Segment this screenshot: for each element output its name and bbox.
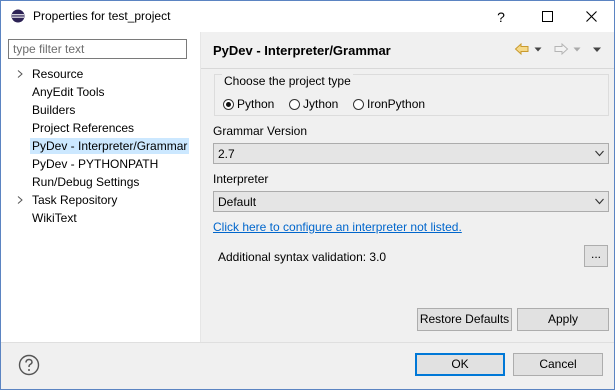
tree-item-anyedit-tools[interactable]: AnyEdit Tools (1, 83, 200, 101)
tree-item-label: Project References (32, 121, 135, 135)
tree-item-builders[interactable]: Builders (1, 101, 200, 119)
radio-python[interactable]: Python (223, 96, 274, 112)
grammar-version-label: Grammar Version (213, 124, 308, 138)
radio-label: Python (237, 97, 275, 111)
left-pane: Resource AnyEdit Tools Builders Project … (1, 32, 200, 342)
dialog-footer: OK Cancel (1, 342, 614, 389)
title-bar: Properties for test_project ? (1, 1, 614, 32)
help-icon[interactable] (18, 354, 40, 376)
tree-item-run-debug-settings[interactable]: Run/Debug Settings (1, 173, 200, 191)
properties-dialog: Properties for test_project ? Resource A… (0, 0, 615, 390)
chevron-right-icon[interactable] (16, 70, 24, 78)
close-button[interactable] (568, 1, 614, 32)
header-separator (201, 68, 614, 69)
radio-unselected-icon (353, 98, 364, 110)
interpreter-value: Default (218, 195, 257, 209)
syntax-validation-label: Additional syntax validation: 3.0 (218, 250, 387, 264)
restore-defaults-button[interactable]: Restore Defaults (417, 308, 512, 331)
eclipse-icon (11, 9, 25, 23)
tree-item-wikitext[interactable]: WikiText (1, 209, 200, 227)
interpreter-label: Interpreter (213, 172, 269, 186)
forward-dropdown-icon[interactable] (572, 41, 582, 57)
tree-item-label: Resource (32, 67, 84, 81)
tree-item-task-repository[interactable]: Task Repository (1, 191, 200, 209)
project-type-group: Choose the project type Python Jython Ir… (214, 74, 609, 116)
tree-item-label: Builders (32, 103, 76, 117)
back-arrow-icon[interactable] (514, 41, 530, 57)
view-menu-icon[interactable] (592, 41, 602, 57)
tree-item-project-references[interactable]: Project References (1, 119, 200, 137)
tree-item-label: AnyEdit Tools (32, 85, 105, 99)
maximize-icon (541, 11, 553, 22)
radio-label: Jython (303, 97, 339, 111)
help-title-button[interactable]: ? (478, 1, 524, 32)
syntax-validation-browse-button[interactable]: ... (584, 245, 608, 267)
radio-ironpython[interactable]: IronPython (353, 96, 425, 112)
configure-interpreter-link[interactable]: Click here to configure an interpreter n… (213, 220, 462, 234)
right-pane: PyDev - Interpreter/Grammar Choose the p… (201, 32, 614, 342)
tree-item-label: PyDev - PYTHONPATH (32, 157, 159, 171)
property-tree: Resource AnyEdit Tools Builders Project … (1, 65, 200, 227)
chevron-down-icon (595, 150, 604, 157)
radio-label: IronPython (367, 97, 426, 111)
tree-item-label: WikiText (32, 211, 77, 225)
window-title: Properties for test_project (33, 9, 171, 23)
grammar-version-select[interactable]: 2.7 (213, 143, 609, 164)
back-dropdown-icon[interactable] (533, 41, 543, 57)
chevron-right-icon[interactable] (16, 196, 24, 204)
page-title: PyDev - Interpreter/Grammar (213, 43, 391, 58)
chevron-down-icon (595, 198, 604, 205)
filter-input[interactable] (8, 39, 187, 59)
tree-item-label: Run/Debug Settings (32, 175, 140, 189)
apply-button[interactable]: Apply (517, 308, 609, 331)
radio-unselected-icon (289, 98, 300, 110)
radio-selected-icon (223, 98, 234, 110)
cancel-button[interactable]: Cancel (513, 353, 603, 376)
close-icon (585, 11, 597, 22)
radio-jython[interactable]: Jython (289, 96, 338, 112)
forward-arrow-icon[interactable] (553, 41, 569, 57)
question-mark-icon: ? (497, 8, 505, 25)
ok-button[interactable]: OK (415, 353, 505, 376)
maximize-button[interactable] (524, 1, 570, 32)
tree-item-resource[interactable]: Resource (1, 65, 200, 83)
page-header: PyDev - Interpreter/Grammar (201, 32, 614, 68)
tree-item-label: PyDev - Interpreter/Grammar (30, 138, 190, 154)
tree-item-label: Task Repository (32, 193, 118, 207)
grammar-version-value: 2.7 (218, 147, 235, 161)
tree-item-pydev-pythonpath[interactable]: PyDev - PYTHONPATH (1, 155, 200, 173)
interpreter-select[interactable]: Default (213, 191, 609, 212)
project-type-legend: Choose the project type (222, 74, 353, 88)
tree-item-pydev-interpreter-grammar[interactable]: PyDev - Interpreter/Grammar (1, 137, 200, 155)
